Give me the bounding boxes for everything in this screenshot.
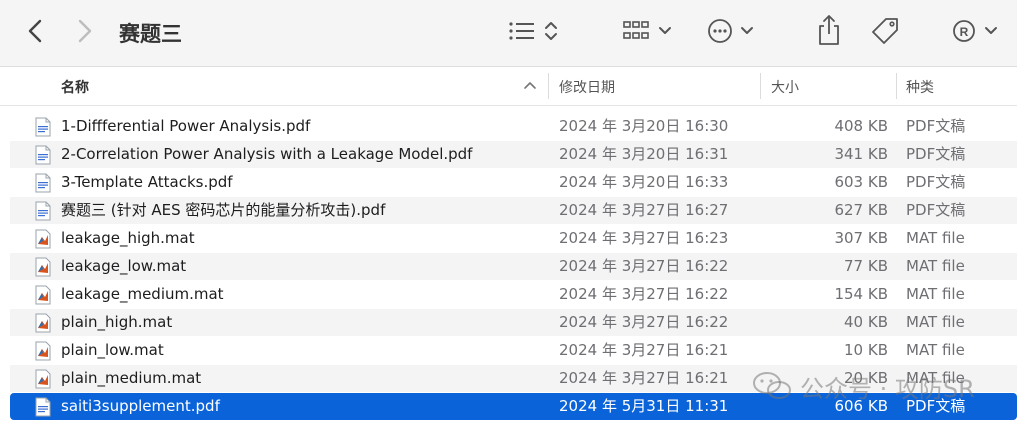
matlab-file-icon: [35, 313, 51, 333]
file-kind: MAT file: [906, 313, 965, 331]
view-options-button[interactable]: [506, 16, 562, 46]
file-size: 154 KB: [834, 285, 888, 303]
share-icon: [819, 15, 839, 45]
matlab-file-icon: [35, 257, 51, 277]
matlab-file-icon: [35, 369, 51, 389]
pdf-file-icon: [35, 201, 51, 221]
matlab-file-icon: [35, 285, 51, 305]
file-row[interactable]: 1-Diffferential Power Analysis.pdf 2024 年…: [10, 113, 1017, 140]
file-date: 2024 年 3月20日 16:31: [559, 145, 729, 163]
column-divider[interactable]: [760, 73, 761, 99]
tag-icon: [872, 18, 898, 44]
file-size: 10 KB: [844, 341, 888, 359]
file-date: 2024 年 3月27日 16:27: [559, 201, 729, 219]
share-button[interactable]: [814, 12, 844, 48]
chevron-right-icon: [78, 19, 92, 43]
file-kind: PDF文稿: [906, 201, 966, 219]
file-date: 2024 年 3月27日 16:23: [559, 229, 729, 247]
column-size[interactable]: 大小: [771, 77, 799, 97]
svg-text:R: R: [960, 25, 969, 39]
pdf-file-icon: [35, 145, 51, 165]
file-size: 40 KB: [844, 313, 888, 331]
file-date: 2024 年 3月20日 16:30: [559, 117, 729, 135]
file-name: leakage_medium.mat: [61, 285, 224, 303]
file-size: 603 KB: [834, 173, 888, 191]
registered-icon: R: [953, 20, 997, 42]
file-size: 20 KB: [844, 369, 888, 387]
file-date: 2024 年 3月27日 16:22: [559, 285, 729, 303]
file-date: 2024 年 3月27日 16:21: [559, 341, 729, 359]
file-size: 627 KB: [834, 201, 888, 219]
matlab-file-icon: [35, 229, 51, 249]
file-size: 307 KB: [834, 229, 888, 247]
file-kind: MAT file: [906, 341, 965, 359]
file-date: 2024 年 3月27日 16:22: [559, 313, 729, 331]
column-header: 名称 修改日期 大小 种类: [0, 67, 1017, 106]
file-name: 3-Template Attacks.pdf: [61, 173, 233, 191]
file-date: 2024 年 3月27日 16:21: [559, 369, 729, 387]
file-kind: PDF文稿: [906, 173, 966, 191]
file-kind: MAT file: [906, 229, 965, 247]
file-row[interactable]: 2-Correlation Power Analysis with a Leak…: [10, 141, 1017, 168]
file-row[interactable]: 3-Template Attacks.pdf 2024 年 3月20日 16:33…: [10, 169, 1017, 196]
file-name: plain_medium.mat: [61, 369, 202, 387]
column-kind[interactable]: 种类: [906, 77, 934, 97]
back-button[interactable]: [22, 16, 48, 46]
file-row[interactable]: leakage_low.mat 2024 年 3月27日 16:22 77 KB MA…: [10, 253, 1017, 280]
file-kind: MAT file: [906, 369, 965, 387]
list-view-icon: [509, 22, 557, 40]
grid-view-icon: [623, 21, 671, 39]
forward-button[interactable]: [72, 16, 98, 46]
pdf-file-icon: [35, 117, 51, 137]
file-row[interactable]: leakage_medium.mat 2024 年 3月27日 16:22 154 …: [10, 281, 1017, 308]
file-name: plain_high.mat: [61, 313, 173, 331]
file-kind: PDF文稿: [906, 117, 966, 135]
column-divider[interactable]: [548, 73, 549, 99]
file-size: 408 KB: [834, 117, 888, 135]
matlab-file-icon: [35, 341, 51, 361]
column-divider[interactable]: [896, 73, 897, 99]
file-size: 77 KB: [844, 257, 888, 275]
column-name[interactable]: 名称: [61, 77, 89, 97]
toolbar: 赛题三 R: [0, 0, 1017, 67]
chevron-left-icon: [28, 19, 42, 43]
file-row[interactable]: plain_high.mat 2024 年 3月27日 16:22 40 KB MAT…: [10, 309, 1017, 336]
pdf-file-icon: [35, 397, 51, 417]
file-name: saiti3supplement.pdf: [61, 397, 220, 415]
file-row[interactable]: plain_medium.mat 2024 年 3月27日 16:21 20 KB M…: [10, 365, 1017, 392]
file-kind: PDF文稿: [906, 397, 966, 415]
ellipsis-circle-icon: [708, 19, 753, 43]
file-name: leakage_high.mat: [61, 229, 195, 247]
file-name: plain_low.mat: [61, 341, 164, 359]
window-title: 赛题三: [119, 22, 182, 46]
sort-ascending-icon[interactable]: [523, 79, 537, 93]
file-kind: MAT file: [906, 285, 965, 303]
group-button[interactable]: [622, 16, 678, 46]
file-kind: MAT file: [906, 257, 965, 275]
file-name: 赛题三 (针对 AES 密码芯片的能量分析攻击).pdf: [61, 201, 386, 219]
file-row[interactable]: leakage_high.mat 2024 年 3月27日 16:23 307 KB…: [10, 225, 1017, 252]
file-row[interactable]: 赛题三 (针对 AES 密码芯片的能量分析攻击).pdf 2024 年 3月27日…: [10, 197, 1017, 224]
file-date: 2024 年 3月27日 16:22: [559, 257, 729, 275]
file-size: 606 KB: [834, 397, 888, 415]
profile-button[interactable]: R: [950, 14, 1002, 48]
file-size: 341 KB: [834, 145, 888, 163]
file-row[interactable]: saiti3supplement.pdf 2024 年 5月31日 11:31 60…: [10, 393, 1017, 420]
file-name: 2-Correlation Power Analysis with a Leak…: [61, 145, 473, 163]
file-date: 2024 年 3月20日 16:33: [559, 173, 729, 191]
file-kind: PDF文稿: [906, 145, 966, 163]
file-name: 1-Diffferential Power Analysis.pdf: [61, 117, 311, 135]
more-actions-button[interactable]: [706, 14, 758, 48]
pdf-file-icon: [35, 173, 51, 193]
tags-button[interactable]: [868, 14, 902, 48]
file-row[interactable]: plain_low.mat 2024 年 3月27日 16:21 10 KB MAT …: [10, 337, 1017, 364]
file-name: leakage_low.mat: [61, 257, 187, 275]
file-date: 2024 年 5月31日 11:31: [559, 397, 729, 415]
column-date[interactable]: 修改日期: [559, 77, 615, 97]
